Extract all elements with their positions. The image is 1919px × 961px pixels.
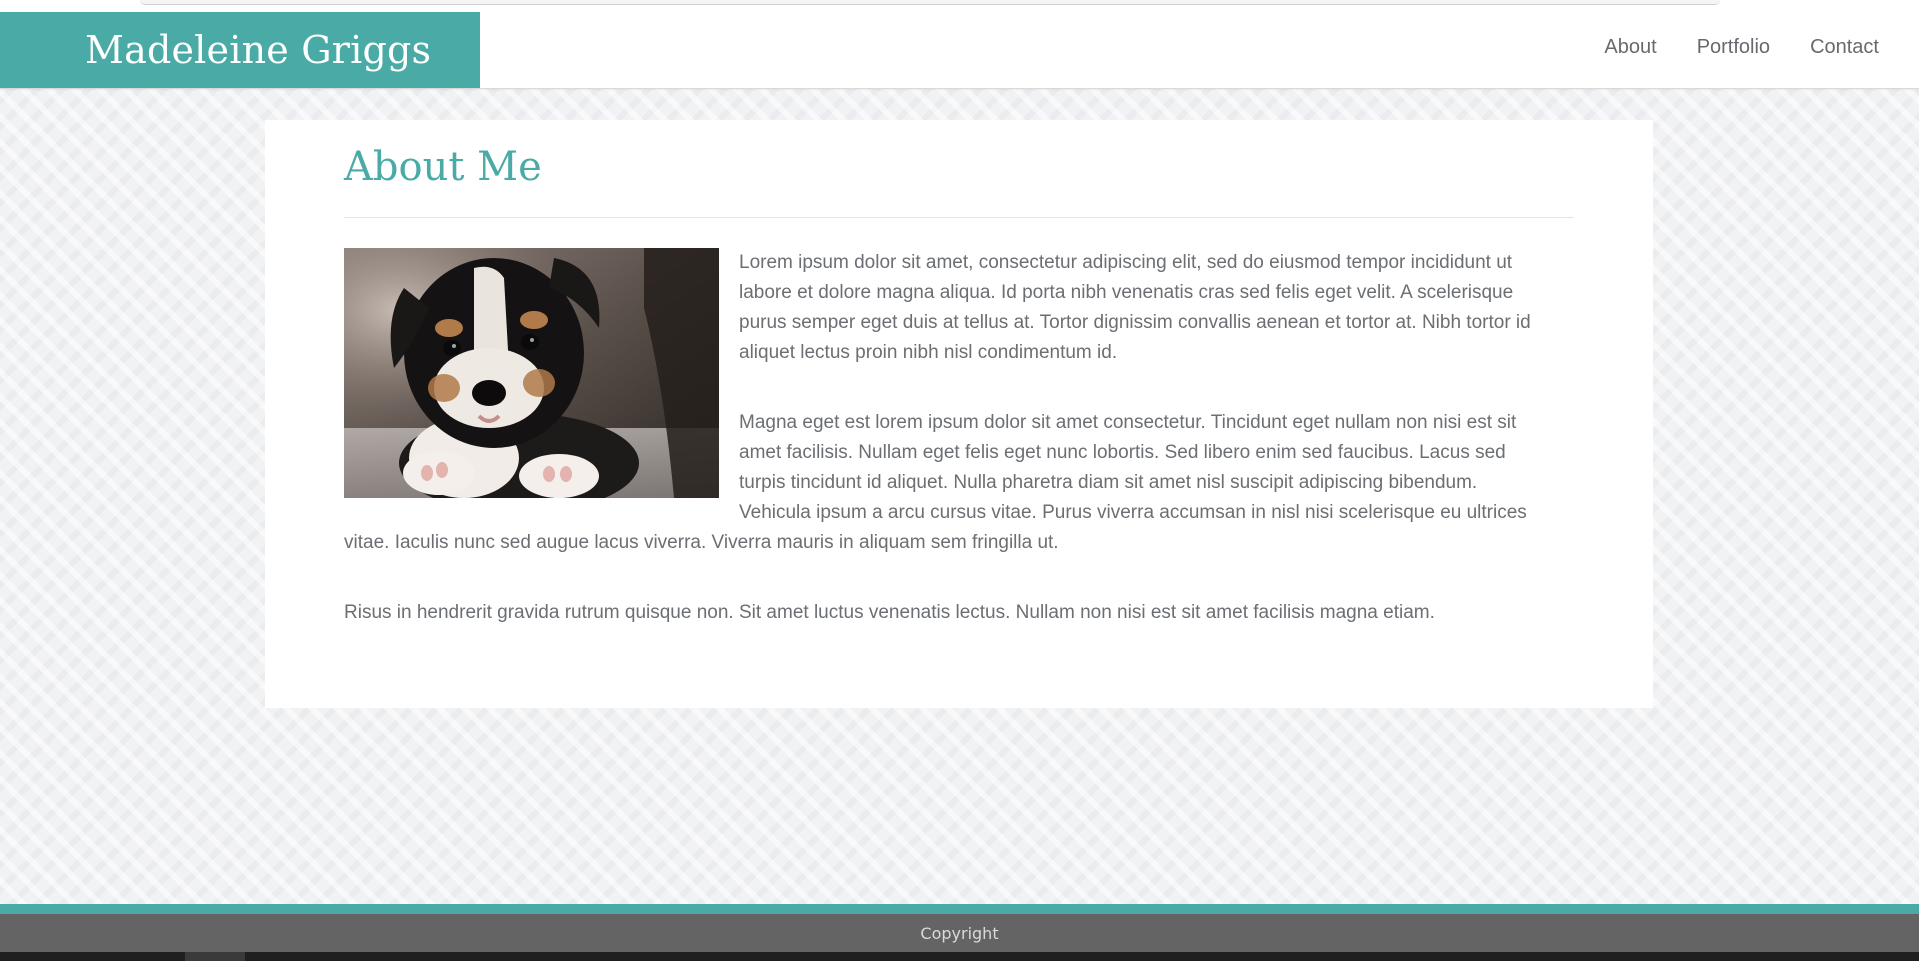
site-title[interactable]: Madeleine Griggs [85,28,431,72]
copyright-text: Copyright [920,923,999,943]
site-header: Madeleine Griggs About Portfolio Contact [0,12,1919,89]
nav-link-about[interactable]: About [1604,36,1656,59]
brand-block[interactable]: Madeleine Griggs [0,12,480,88]
nav-link-contact[interactable]: Contact [1810,36,1879,59]
browser-tab[interactable] [140,0,1720,5]
site-footer: Copyright [0,914,1919,952]
about-content: Lorem ipsum dolor sit amet, consectetur … [344,248,1544,628]
about-card: About Me Lorem ipsum dolor sit amet, con… [265,120,1653,708]
about-paragraph-3: Risus in hendrerit gravida rutrum quisqu… [344,602,1435,623]
title-divider [344,217,1574,218]
footer-accent-bar [0,904,1919,914]
taskbar-button[interactable] [185,952,245,961]
os-taskbar [0,952,1919,961]
puppy-photo [344,248,719,498]
nav-link-portfolio[interactable]: Portfolio [1697,36,1770,59]
main-nav: About Portfolio Contact [1564,12,1879,82]
card-content: About Me Lorem ipsum dolor sit amet, con… [344,142,1576,668]
page-title: About Me [344,144,542,190]
